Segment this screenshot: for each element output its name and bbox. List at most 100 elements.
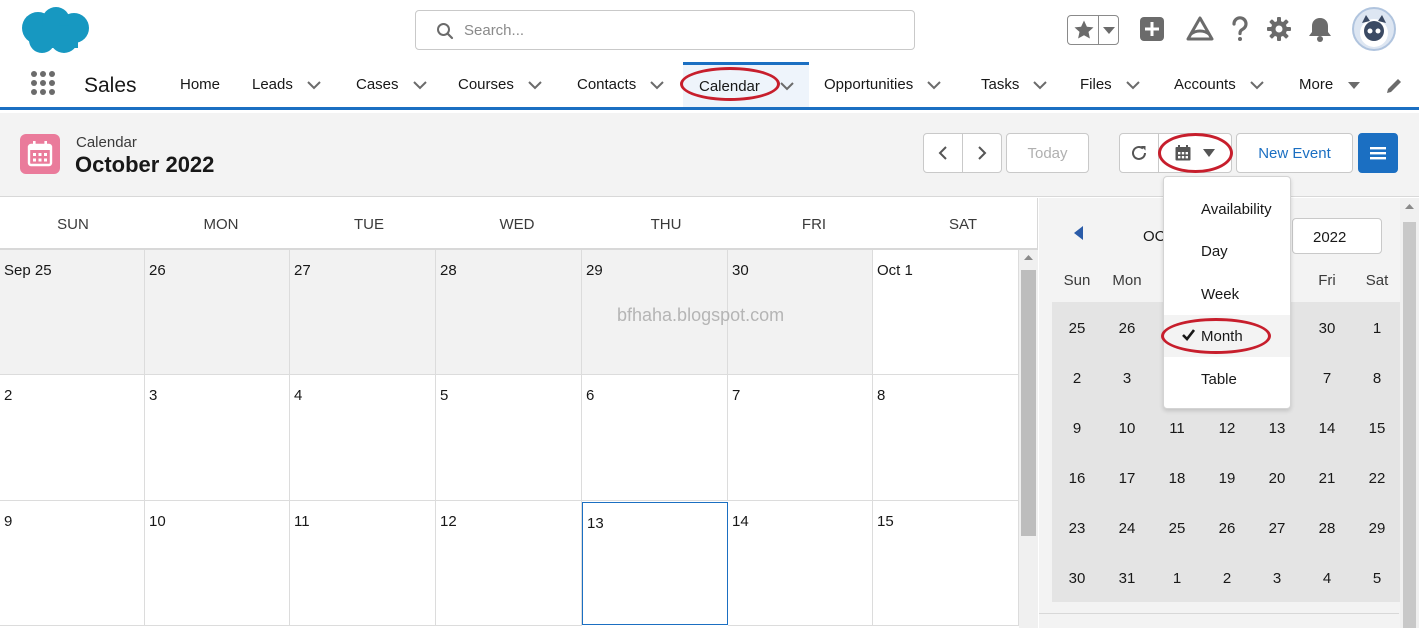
nav-item-courses[interactable]: Courses [458, 62, 542, 107]
mini-day[interactable]: 3 [1102, 370, 1152, 387]
nav-item-contacts[interactable]: Contacts [577, 62, 664, 107]
view-option-availability[interactable]: Availability [1164, 188, 1290, 230]
mini-day[interactable]: 12 [1202, 420, 1252, 437]
mini-day[interactable]: 27 [1252, 520, 1302, 537]
mini-day[interactable]: 31 [1102, 570, 1152, 587]
mini-day[interactable]: 14 [1302, 420, 1352, 437]
chevron-down-icon[interactable] [1249, 80, 1264, 90]
day-cell[interactable]: 6 [582, 375, 728, 501]
day-cell[interactable]: 26 [145, 250, 290, 375]
refresh-button[interactable] [1119, 133, 1159, 173]
chevron-down-icon[interactable] [528, 80, 542, 90]
mini-day[interactable]: 3 [1252, 570, 1302, 587]
favorites-button[interactable] [1067, 15, 1119, 45]
day-cell[interactable]: 7 [728, 375, 873, 501]
notifications-bell-icon[interactable] [1305, 14, 1335, 44]
day-cell[interactable]: 15 [873, 501, 1019, 626]
day-cell[interactable]: Sep 25 [0, 250, 145, 375]
nav-item-opportunities[interactable]: Opportunities [824, 62, 941, 107]
caret-down-icon[interactable] [1347, 80, 1361, 90]
day-cell[interactable]: 9 [0, 501, 145, 626]
day-cell[interactable]: 11 [290, 501, 436, 626]
global-actions-icon[interactable] [1137, 14, 1167, 44]
app-launcher-icon[interactable] [30, 70, 56, 96]
nav-item-home[interactable]: Home [180, 62, 220, 107]
mini-day[interactable]: 19 [1202, 470, 1252, 487]
mini-day[interactable]: 26 [1102, 320, 1152, 337]
view-option-week[interactable]: Week [1164, 273, 1290, 315]
mini-day[interactable]: 13 [1252, 420, 1302, 437]
mini-day[interactable]: 25 [1052, 320, 1102, 337]
chevron-down-icon[interactable] [927, 80, 941, 90]
new-event-button[interactable]: New Event [1236, 133, 1353, 173]
next-month-button[interactable] [963, 133, 1002, 173]
day-cell[interactable]: 28 [436, 250, 582, 375]
mini-day[interactable]: 22 [1352, 470, 1402, 487]
mini-day[interactable]: 5 [1352, 570, 1402, 587]
salesforce-cloud-logo[interactable] [18, 6, 92, 56]
mini-day[interactable]: 26 [1202, 520, 1252, 537]
chevron-down-icon[interactable] [650, 80, 664, 90]
chevron-down-icon[interactable] [412, 80, 427, 90]
mini-day[interactable]: 16 [1052, 470, 1102, 487]
day-cell[interactable]: 8 [873, 375, 1019, 501]
day-cell[interactable]: 4 [290, 375, 436, 501]
mini-day[interactable]: 23 [1052, 520, 1102, 537]
mini-day[interactable]: 15 [1352, 420, 1402, 437]
mini-day[interactable]: 20 [1252, 470, 1302, 487]
day-cell[interactable]: Oct 1 [873, 250, 1019, 375]
mini-day[interactable]: 21 [1302, 470, 1352, 487]
chevron-down-icon[interactable] [1103, 27, 1115, 35]
user-avatar[interactable] [1352, 7, 1396, 51]
view-option-month[interactable]: Month [1164, 315, 1290, 357]
mini-year-select[interactable]: 2022 [1292, 218, 1382, 254]
chevron-down-icon[interactable] [1125, 80, 1140, 90]
view-option-table[interactable]: Table [1164, 358, 1290, 400]
gear-icon[interactable] [1264, 14, 1294, 44]
mini-day[interactable]: 24 [1102, 520, 1152, 537]
previous-month-button[interactable] [923, 133, 963, 173]
scrollbar-thumb[interactable] [1021, 270, 1036, 536]
sidebar-scrollbar[interactable] [1400, 198, 1419, 628]
day-cell-today[interactable]: 13 [582, 502, 728, 625]
nav-item-files[interactable]: Files [1080, 62, 1140, 107]
calendar-list-button[interactable] [1358, 133, 1398, 173]
help-icon[interactable] [1225, 14, 1255, 44]
nav-item-tasks[interactable]: Tasks [981, 62, 1048, 107]
nav-item-calendar[interactable]: Calendar [683, 62, 809, 107]
day-cell[interactable]: 3 [145, 375, 290, 501]
mini-day[interactable]: 7 [1302, 370, 1352, 387]
mini-prev-month-icon[interactable] [1073, 226, 1085, 240]
view-option-day[interactable]: Day [1164, 230, 1290, 272]
view-switcher-button[interactable] [1158, 133, 1232, 173]
mini-day[interactable]: 10 [1102, 420, 1152, 437]
day-cell[interactable]: 27 [290, 250, 436, 375]
mini-day[interactable]: 30 [1302, 320, 1352, 337]
scroll-up-arrow-icon[interactable] [1400, 199, 1419, 211]
mini-day[interactable]: 2 [1052, 370, 1102, 387]
edit-nav-pencil-icon[interactable] [1385, 77, 1403, 95]
mini-day[interactable]: 4 [1302, 570, 1352, 587]
day-cell[interactable]: 10 [145, 501, 290, 626]
scroll-up-arrow-icon[interactable] [1019, 251, 1038, 263]
chevron-down-icon[interactable] [1033, 80, 1048, 90]
mini-day[interactable]: 30 [1052, 570, 1102, 587]
nav-item-cases[interactable]: Cases [356, 62, 427, 107]
nav-item-leads[interactable]: Leads [252, 62, 321, 107]
mini-day[interactable]: 1 [1352, 320, 1402, 337]
day-cell[interactable]: 12 [436, 501, 582, 626]
trailhead-icon[interactable] [1185, 14, 1215, 44]
mini-day[interactable]: 2 [1202, 570, 1252, 587]
day-cell[interactable]: 2 [0, 375, 145, 501]
mini-day[interactable]: 8 [1352, 370, 1402, 387]
today-button[interactable]: Today [1006, 133, 1089, 173]
day-cell[interactable]: 5 [436, 375, 582, 501]
mini-day[interactable]: 9 [1052, 420, 1102, 437]
day-cell[interactable]: 14 [728, 501, 873, 626]
mini-day[interactable]: 11 [1152, 420, 1202, 437]
nav-item-more[interactable]: More [1299, 62, 1361, 107]
mini-day[interactable]: 18 [1152, 470, 1202, 487]
grid-scrollbar[interactable] [1019, 250, 1038, 628]
chevron-down-icon[interactable] [780, 81, 794, 91]
global-search[interactable]: Search... [415, 10, 915, 50]
